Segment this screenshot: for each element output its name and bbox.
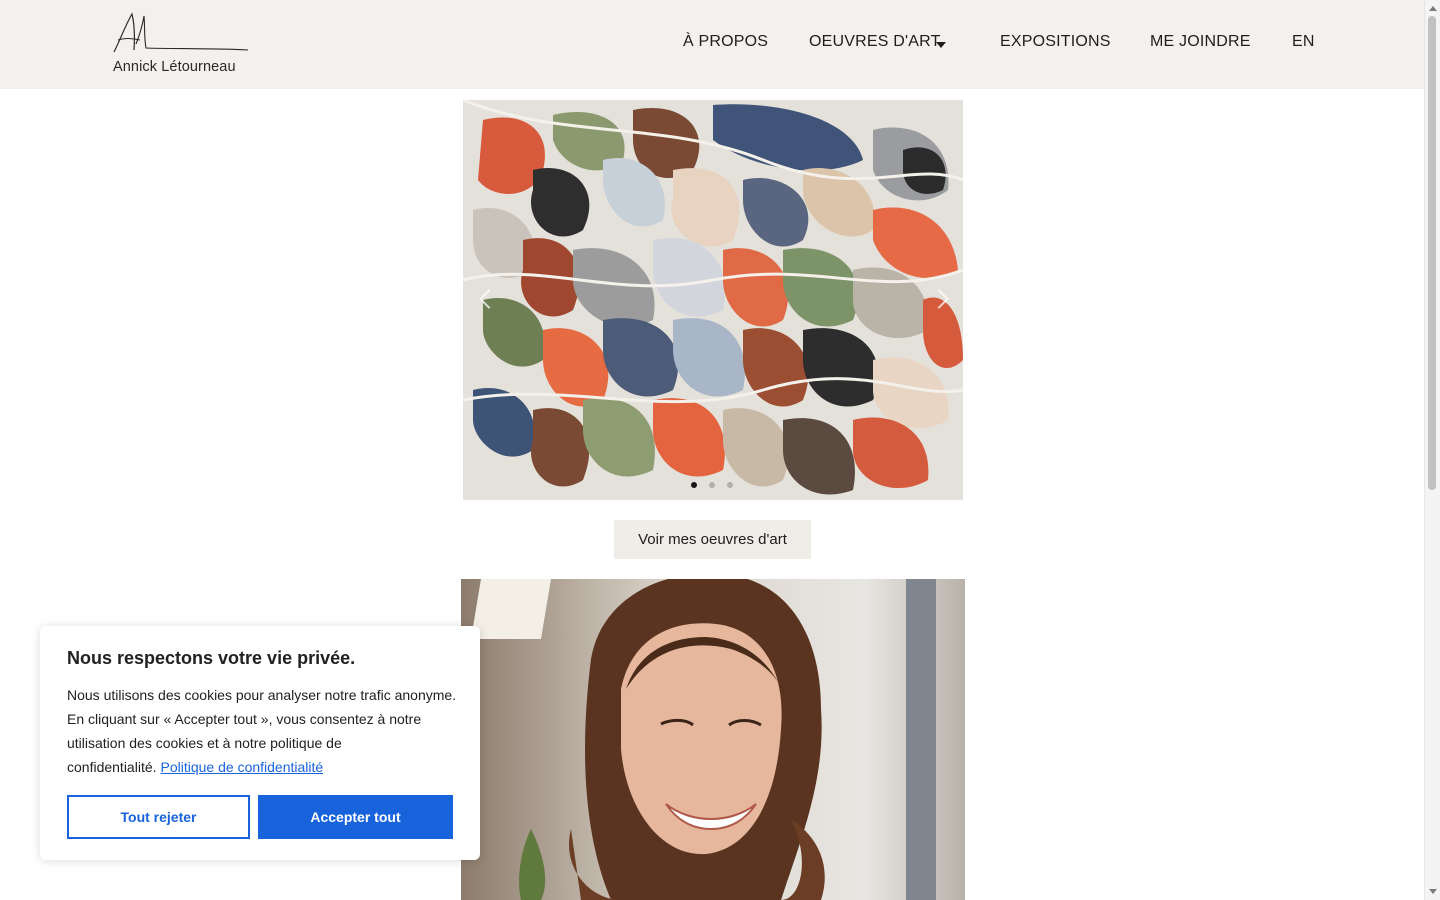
page-scrollbar[interactable]	[1424, 0, 1440, 900]
privacy-policy-link[interactable]: Politique de confidentialité	[161, 759, 324, 775]
cookie-title: Nous respectons votre vie privée.	[67, 648, 356, 668]
slider-dot-3[interactable]	[727, 482, 733, 488]
cookie-consent-banner: Nous respectons votre vie privée. Nous u…	[40, 626, 480, 860]
artist-portrait-photo	[461, 579, 965, 900]
slider-dot-1[interactable]	[691, 482, 697, 488]
reject-all-button[interactable]: Tout rejeter	[67, 795, 250, 839]
nav-item-me-joindre[interactable]: ME JOINDRE	[1150, 33, 1251, 51]
view-artworks-button[interactable]: Voir mes oeuvres d'art	[614, 520, 811, 559]
slider-dot-2[interactable]	[709, 482, 715, 488]
main-nav: À PROPOS OEUVRES D'ART EXPOSITIONS ME JO…	[0, 0, 1425, 89]
abstract-painting-image	[463, 100, 963, 500]
cookie-description: Nous utilisons des cookies pour analyser…	[67, 683, 459, 779]
nav-item-language-en[interactable]: EN	[1292, 33, 1315, 51]
site-header: Annick Létourneau À PROPOS OEUVRES D'ART…	[0, 0, 1425, 89]
artist-portrait-image	[461, 579, 965, 900]
scroll-down-arrow-icon[interactable]	[1429, 889, 1437, 894]
nav-item-a-propos[interactable]: À PROPOS	[683, 33, 768, 51]
scrollbar-thumb[interactable]	[1428, 16, 1436, 490]
nav-item-oeuvres[interactable]: OEUVRES D'ART	[809, 33, 941, 51]
caret-down-icon[interactable]	[936, 42, 946, 48]
accept-all-button[interactable]: Accepter tout	[258, 795, 453, 839]
scroll-up-arrow-icon[interactable]	[1429, 6, 1437, 11]
nav-item-expositions[interactable]: EXPOSITIONS	[1000, 33, 1111, 51]
artwork-slider[interactable]	[463, 100, 963, 500]
